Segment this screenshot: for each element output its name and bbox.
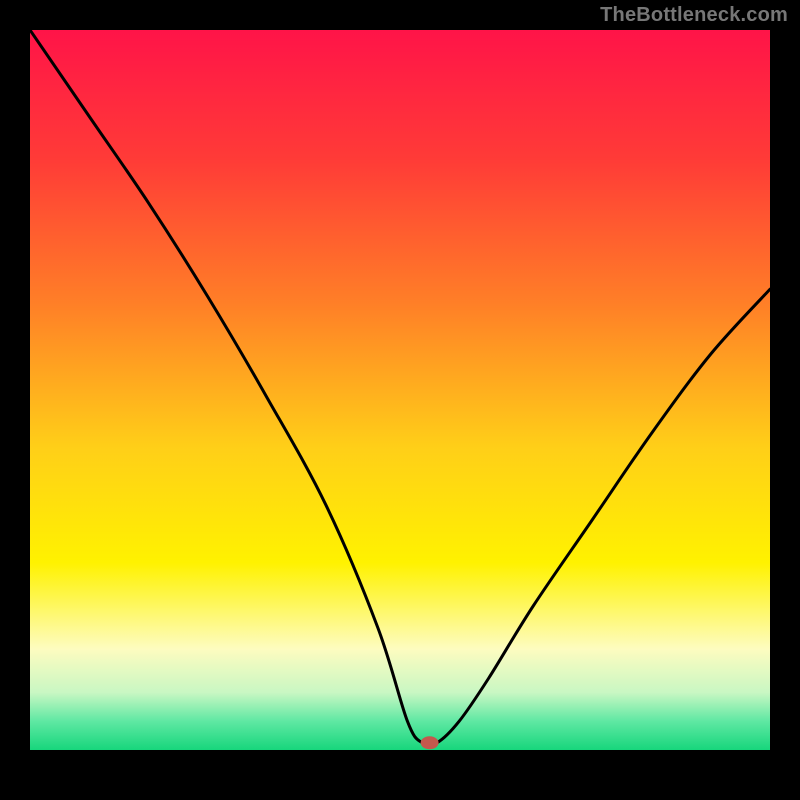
chart-svg — [30, 30, 770, 750]
watermark-text: TheBottleneck.com — [600, 4, 788, 27]
optimal-marker — [421, 736, 439, 749]
chart-container: TheBottleneck.com — [0, 0, 800, 800]
plot-area — [30, 30, 770, 750]
gradient-background — [30, 30, 770, 750]
